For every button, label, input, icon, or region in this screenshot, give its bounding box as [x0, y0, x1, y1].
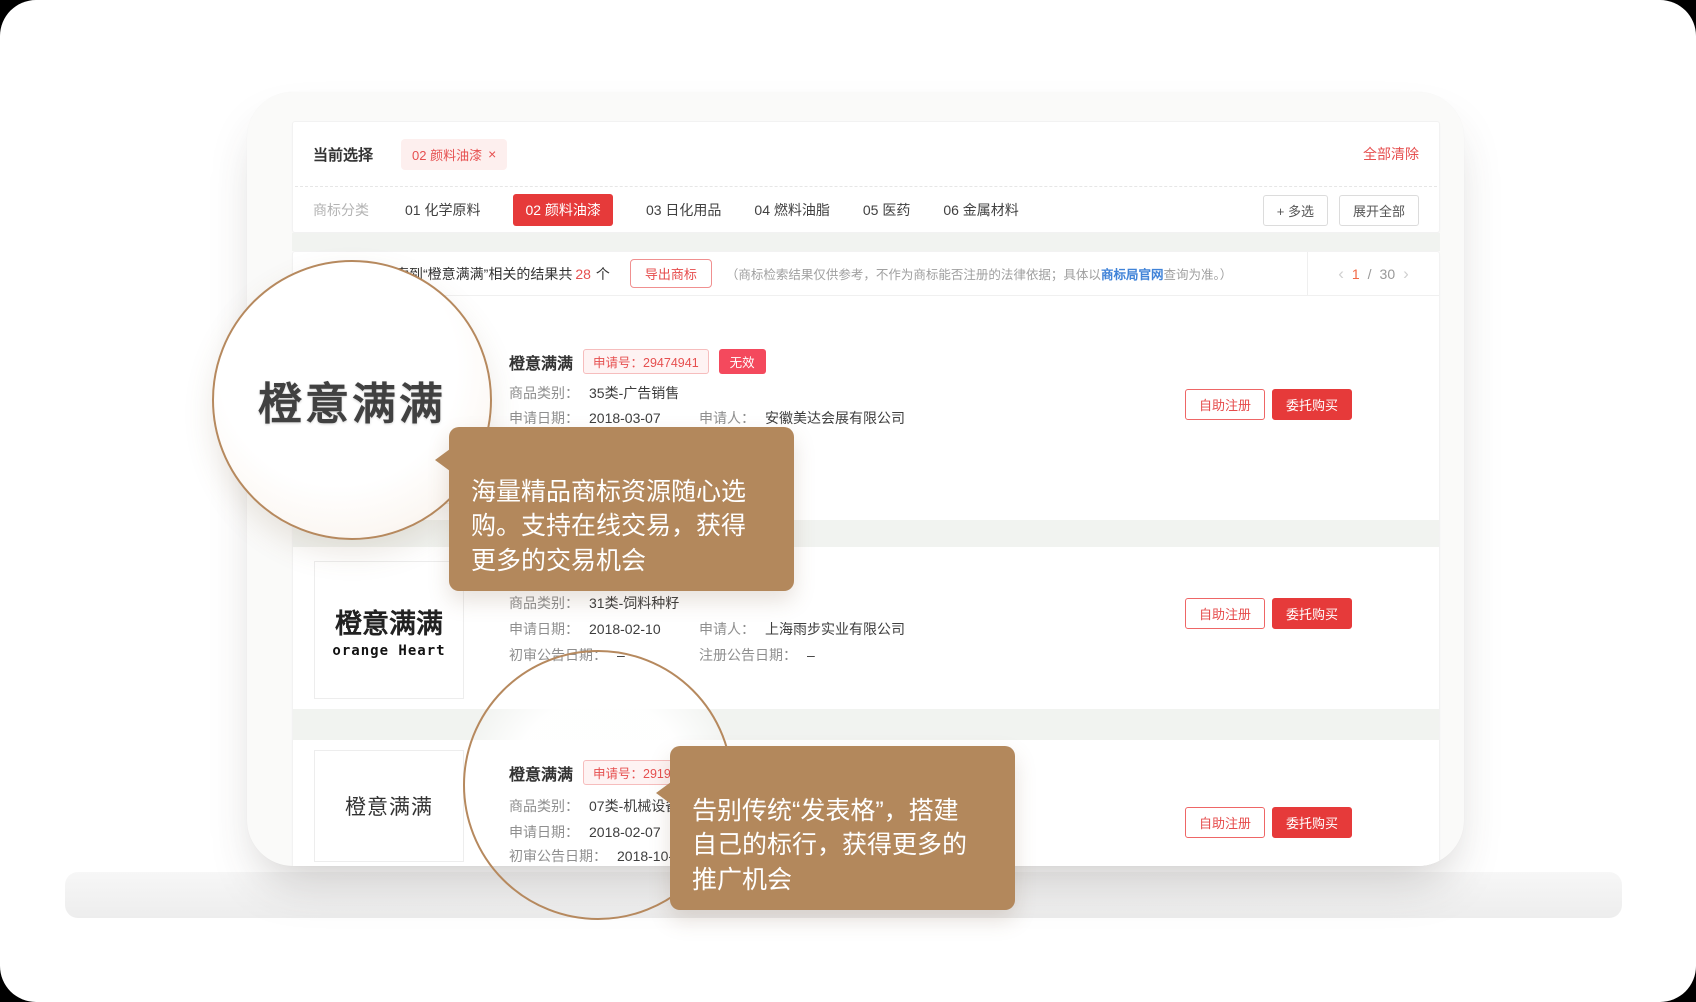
trademark-name: 橙意满满: [509, 350, 573, 374]
page-separator: /: [1368, 266, 1372, 282]
application-number-badge: 申请号：29474941: [583, 349, 709, 374]
category-item-06[interactable]: 06 金属材料: [943, 200, 1018, 220]
panel-gap: [292, 233, 1440, 251]
field-value: 上海雨步实业有限公司: [765, 621, 905, 637]
export-trademarks-button[interactable]: 导出商标: [630, 259, 712, 288]
current-selection-row: 当前选择 02 颜料油漆 × 全部清除: [293, 122, 1439, 186]
results-header: 当前分类中检索到“橙意满满”相关的结果共28个 导出商标 （商标检索结果仅供参考…: [293, 252, 1439, 296]
applicant-field: 申请人： 上海雨步实业有限公司: [699, 619, 905, 639]
results-count-unit: 个: [596, 266, 610, 282]
field-value: 安徽美达会展有限公司: [765, 410, 905, 426]
row-actions: 自助注册 委托购买: [1185, 389, 1352, 420]
field-value: 2018-02-10: [589, 621, 661, 637]
expand-all-button[interactable]: 展开全部: [1339, 195, 1419, 226]
multi-select-button[interactable]: + 多选: [1263, 195, 1328, 226]
field-value: 31类-饲料种籽: [589, 595, 679, 611]
date-applicant-field: 申请日期： 2018-02-10 申请人： 上海雨步实业有限公司: [509, 619, 1149, 639]
callout-text: 告别传统“发表格”，搭建 自己的标行，获得更多的 推广机会: [692, 797, 967, 894]
current-selection-label: 当前选择: [313, 144, 373, 165]
selected-filter-tag-label: 02 颜料油漆: [412, 145, 482, 164]
disclaimer-note: （商标检索结果仅供参考，不作为商标能否注册的法律依据；具体以商标局官网查询为准。…: [726, 264, 1232, 283]
callout-bubble-1: 海量精品商标资源随心选 购。支持在线交易，获得 更多的交易机会: [449, 427, 794, 591]
pagination: ‹ 1 / 30 ›: [1307, 252, 1439, 295]
trademark-office-link[interactable]: 商标局官网: [1101, 268, 1164, 282]
category-row: 商标分类 01 化学原料 02 颜料油漆 03 日化用品 04 燃料油脂 05 …: [293, 187, 1439, 233]
prev-page-icon[interactable]: ‹: [1338, 264, 1344, 284]
disclaimer-post: 查询为准。）: [1163, 268, 1232, 282]
reg-pub-field: 注册公告日期：–: [699, 645, 815, 665]
magnified-trademark-text: 橙意满满: [258, 368, 446, 432]
trademark-image-text: 橙意满满: [335, 602, 443, 641]
callout-text: 海量精品商标资源随心选 购。支持在线交易，获得 更多的交易机会: [471, 478, 746, 575]
trademark-name-line: 橙意满满 申请号：29474941 无效: [509, 349, 766, 374]
field-label: 申请日期：: [509, 621, 579, 637]
row-actions: 自助注册 委托购买: [1185, 598, 1352, 629]
field-label: 商品类别：: [509, 385, 579, 401]
category-bar-label: 商标分类: [313, 200, 369, 220]
next-page-icon[interactable]: ›: [1403, 264, 1409, 284]
current-page: 1: [1352, 266, 1360, 282]
callout-bubble-2: 告别传统“发表格”，搭建 自己的标行，获得更多的 推广机会: [670, 746, 1015, 910]
self-register-button[interactable]: 自助注册: [1185, 389, 1265, 420]
field-label: 注册公告日期：: [699, 647, 797, 663]
application-number-value: 29474941: [643, 356, 699, 370]
category-field: 商品类别： 31类-饲料种籽: [509, 593, 1149, 613]
entrust-purchase-button[interactable]: 委托购买: [1272, 389, 1352, 420]
disclaimer-pre: （商标检索结果仅供参考，不作为商标能否注册的法律依据；具体以: [726, 268, 1101, 282]
field-label: 申请人：: [699, 410, 755, 426]
row-gap: [293, 709, 1439, 740]
total-pages: 30: [1380, 266, 1396, 282]
category-item-03[interactable]: 03 日化用品: [646, 200, 721, 220]
results-count: 28: [575, 266, 591, 282]
field-value: 2018-03-07: [589, 410, 661, 426]
category-field: 商品类别： 35类-广告销售: [509, 383, 1149, 403]
applicant-field: 申请人： 安徽美达会展有限公司: [699, 408, 905, 428]
self-register-button[interactable]: 自助注册: [1185, 807, 1265, 838]
date-applicant-field: 申请日期： 2018-03-07 申请人： 安徽美达会展有限公司: [509, 408, 1149, 428]
field-label: 商品类别：: [509, 595, 579, 611]
trademark-image-subtext: orange Heart: [332, 643, 445, 659]
status-badge-invalid: 无效: [719, 349, 766, 374]
entrust-purchase-button[interactable]: 委托购买: [1272, 807, 1352, 838]
field-label: 申请日期：: [509, 410, 579, 426]
field-value: 35类-广告销售: [589, 385, 679, 401]
filter-panel: 当前选择 02 颜料油漆 × 全部清除 商标分类 01 化学原料 02 颜料油漆…: [292, 121, 1440, 233]
clear-all-button[interactable]: 全部清除: [1363, 144, 1419, 164]
selected-filter-tag[interactable]: 02 颜料油漆 ×: [401, 139, 507, 170]
category-item-05[interactable]: 05 医药: [863, 200, 910, 220]
category-item-01[interactable]: 01 化学原料: [405, 200, 480, 220]
trademark-image-text: 橙意满满: [345, 791, 433, 821]
category-item-04[interactable]: 04 燃料油脂: [754, 200, 829, 220]
remove-filter-icon[interactable]: ×: [488, 147, 496, 161]
entrust-purchase-button[interactable]: 委托购买: [1272, 598, 1352, 629]
category-item-02-active[interactable]: 02 颜料油漆: [513, 194, 612, 226]
trademark-image-3: 橙意满满: [314, 750, 464, 862]
application-number-label: 申请号：: [593, 356, 643, 370]
self-register-button[interactable]: 自助注册: [1185, 598, 1265, 629]
page-canvas: 当前选择 02 颜料油漆 × 全部清除 商标分类 01 化学原料 02 颜料油漆…: [0, 0, 1696, 1002]
trademark-image-2: 橙意满满 orange Heart: [314, 561, 464, 699]
field-value: –: [807, 647, 815, 663]
row-actions: 自助注册 委托购买: [1185, 807, 1352, 838]
field-label: 申请人：: [699, 621, 755, 637]
